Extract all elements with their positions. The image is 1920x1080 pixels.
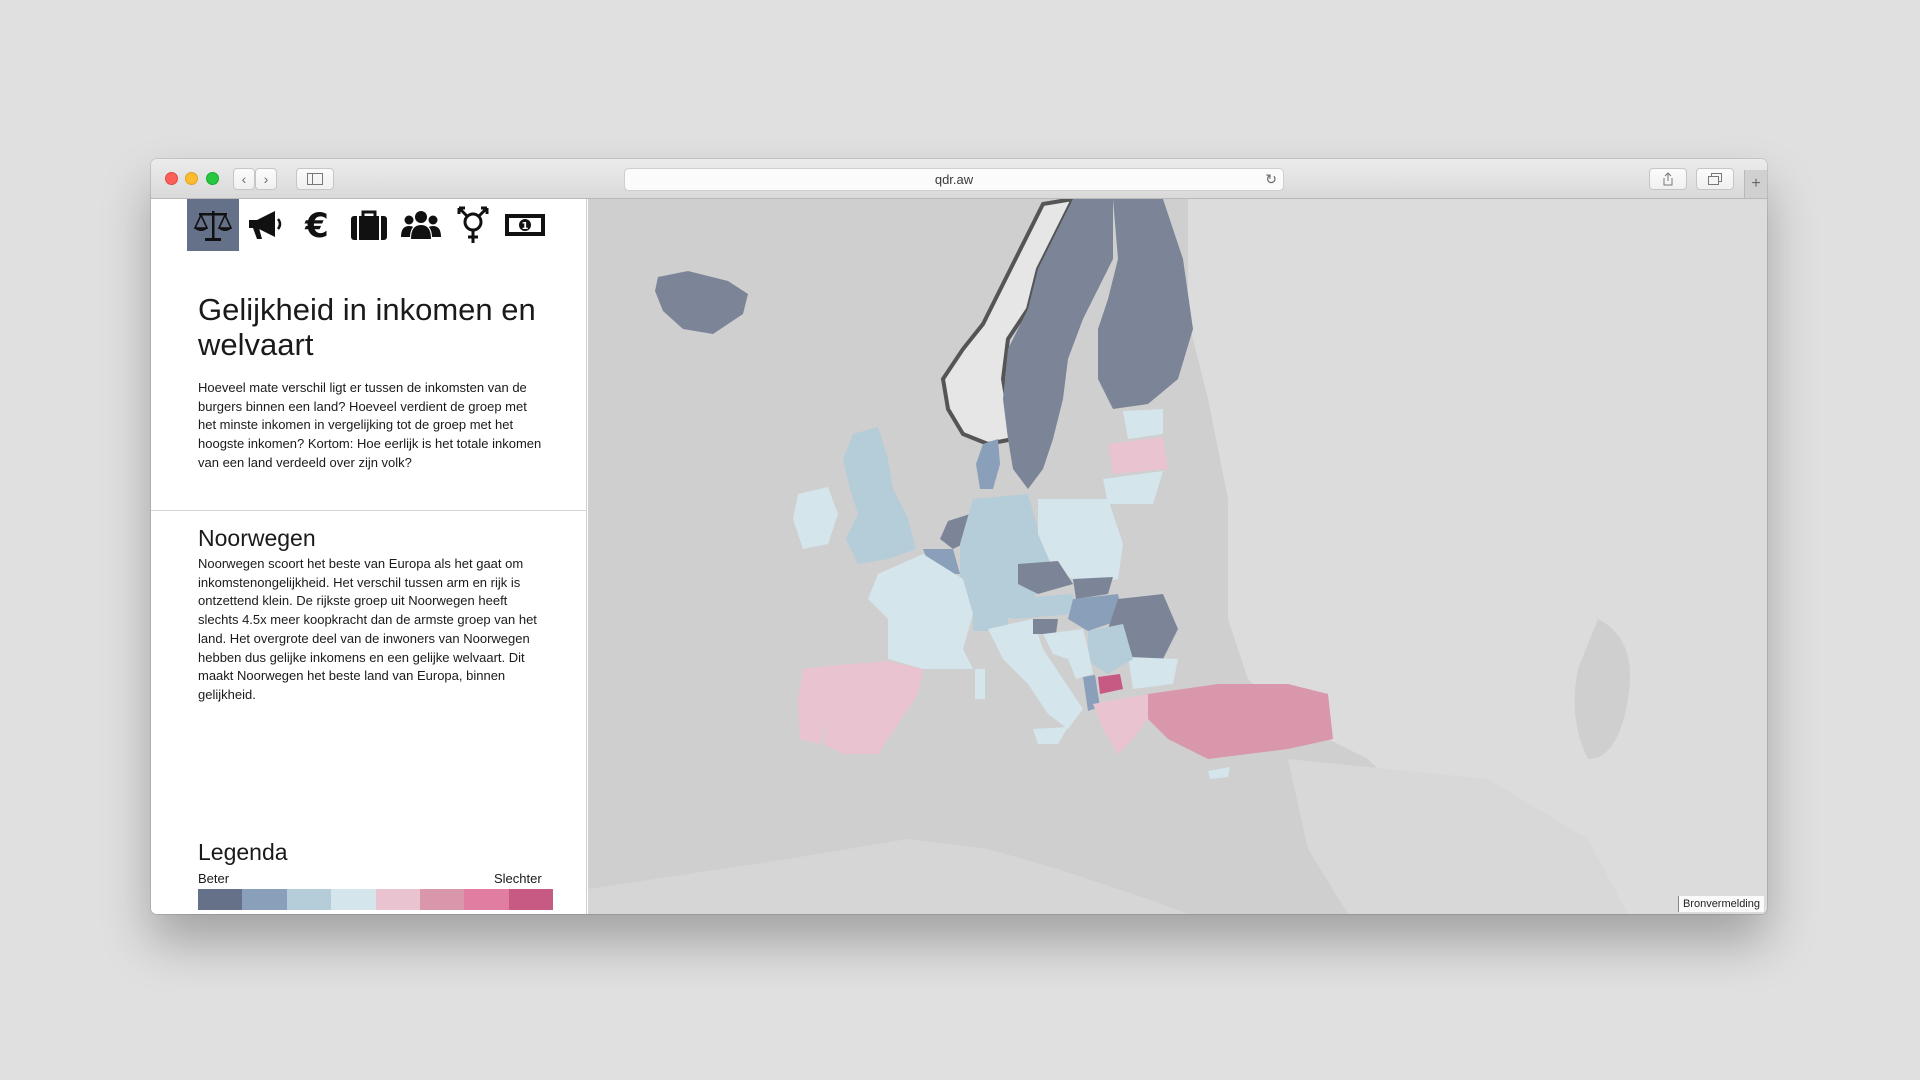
iceland[interactable] — [655, 271, 748, 334]
country-description: Noorwegen scoort het beste van Europa al… — [198, 556, 537, 702]
address-bar[interactable]: qdr.aw ↻ — [624, 168, 1284, 191]
estonia[interactable] — [1123, 409, 1163, 439]
sidebar-toggle-button[interactable] — [296, 168, 334, 190]
theme-equality-button[interactable] — [187, 199, 239, 251]
megaphone-icon — [249, 211, 282, 239]
reload-icon[interactable]: ↻ — [1265, 171, 1277, 188]
intro-text: Hoeveel mate verschil ligt er tussen de … — [198, 380, 542, 470]
scale-icon — [193, 211, 233, 241]
briefcase-icon — [351, 210, 387, 240]
sidebar-icon — [307, 173, 323, 185]
theme-icon-bar: € 1 — [187, 199, 551, 251]
country-name: Noorwegen — [198, 525, 316, 551]
legend-swatch — [419, 889, 465, 910]
minimize-window-button[interactable] — [185, 172, 198, 185]
ireland[interactable] — [793, 487, 838, 549]
legend-low-label: Beter — [198, 871, 230, 886]
cyprus[interactable] — [1208, 767, 1230, 779]
bulgaria[interactable] — [1128, 657, 1178, 689]
chevron-left-icon: ‹ — [241, 171, 247, 187]
group-icon — [401, 211, 441, 239]
theme-freedom-button[interactable] — [239, 199, 291, 251]
theme-economy-button[interactable]: € — [291, 199, 343, 251]
denmark[interactable] — [976, 439, 1000, 489]
new-tab-button[interactable]: + — [1744, 170, 1767, 198]
portugal[interactable] — [798, 666, 828, 744]
attribution-link[interactable]: Bronvermelding — [1677, 896, 1764, 912]
page-title: Gelijkheid in inkomen en welvaart — [198, 292, 536, 362]
info-sidebar: € 1 Gelijkheid in inkomen en welvaart Ho… — [151, 199, 587, 914]
sardinia[interactable] — [975, 669, 985, 699]
africa-land — [588, 839, 1188, 914]
browser-toolbar: ‹ › qdr.aw ↻ + — [151, 159, 1767, 199]
share-icon — [1663, 172, 1673, 186]
legend-title: Legenda — [198, 839, 288, 865]
slovenia[interactable] — [1033, 619, 1058, 634]
sicily[interactable] — [1033, 727, 1068, 744]
sweden[interactable] — [1003, 199, 1113, 489]
united-kingdom[interactable] — [843, 427, 916, 564]
legend-swatch — [242, 889, 287, 910]
theme-gender-button[interactable] — [447, 199, 499, 251]
europe-map[interactable]: Bronvermelding — [588, 199, 1767, 914]
browser-window: ‹ › qdr.aw ↻ + € 1 Gelijkheid in inkomen… — [151, 159, 1767, 914]
tabs-overview-button[interactable] — [1696, 168, 1734, 190]
theme-society-button[interactable] — [395, 199, 447, 251]
turkey[interactable] — [1148, 684, 1333, 759]
lithuania[interactable] — [1103, 471, 1163, 504]
theme-income-button[interactable]: 1 — [499, 199, 551, 251]
latvia[interactable] — [1108, 437, 1168, 474]
plus-icon: + — [1751, 175, 1761, 192]
spain[interactable] — [823, 661, 923, 754]
money-bill-icon: 1 — [505, 214, 545, 236]
gender-icon — [457, 206, 489, 243]
share-button[interactable] — [1649, 168, 1687, 190]
legend-high-label: Slechter — [494, 871, 542, 886]
legend-swatch — [508, 889, 553, 910]
svg-text:€: € — [304, 206, 329, 246]
theme-work-button[interactable] — [343, 199, 395, 251]
greece[interactable] — [1093, 694, 1148, 754]
euro-icon: € — [304, 206, 329, 246]
legend-swatch — [375, 889, 420, 910]
legend-color-scale — [198, 889, 553, 910]
fullscreen-window-button[interactable] — [206, 172, 219, 185]
close-window-button[interactable] — [165, 172, 178, 185]
divider — [151, 510, 587, 511]
url-text: qdr.aw — [934, 172, 974, 187]
legend-swatch — [198, 889, 243, 910]
back-button[interactable]: ‹ — [233, 168, 255, 190]
legend-swatch — [286, 889, 332, 910]
tabs-icon — [1708, 173, 1722, 185]
attribution-text: Bronvermelding — [1682, 898, 1760, 910]
legend-swatch — [464, 889, 509, 910]
svg-text:1: 1 — [522, 221, 529, 232]
legend-swatch — [331, 889, 376, 910]
forward-button[interactable]: › — [255, 168, 277, 190]
chevron-right-icon: › — [263, 171, 269, 187]
map-canvas — [588, 199, 1767, 914]
macedonia[interactable] — [1098, 674, 1123, 694]
